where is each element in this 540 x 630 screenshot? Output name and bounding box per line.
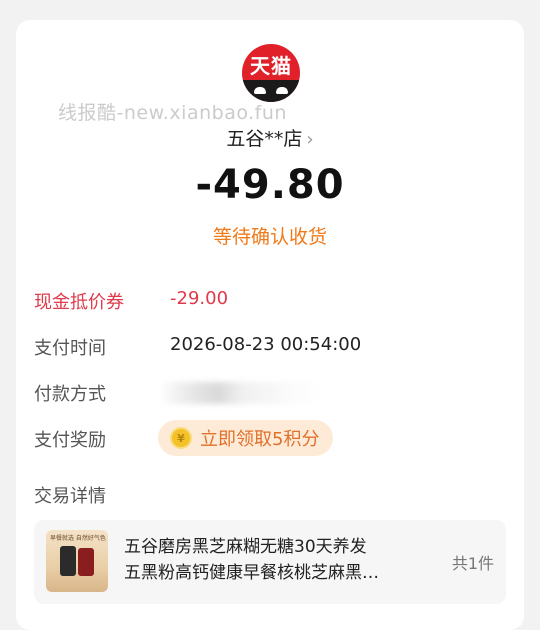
cat-eye-left-icon [254,87,266,94]
tmall-cat-face-icon [242,80,300,102]
store-name: 五谷**店 [226,128,303,150]
product-title: 五谷磨房黑芝麻糊无糖30天养发 五黑粉高钙健康早餐核桃芝麻黑… [124,534,424,586]
pay-method-row: 付款方式 [34,380,504,410]
coupon-label: 现金抵价券 [34,292,124,313]
pay-method-label: 付款方式 [34,384,106,405]
pay-time-label: 支付时间 [34,338,106,359]
product-jar-image [78,548,94,576]
claim-points-label: 立即领取5积分 [200,429,320,450]
product-jar-image [60,546,76,576]
bill-detail-card: 天猫 五谷**店 › -49.80 等待确认收货 现金抵价券 -29.00 支付时… [16,20,524,630]
trade-detail-row: 交易详情 [34,482,504,512]
cat-eye-right-icon [276,87,288,94]
product-title-line2: 五黑粉高钙健康早餐核桃芝麻黑… [124,563,379,583]
product-title-line1: 五谷磨房黑芝麻糊无糖30天养发 [124,537,367,557]
reward-row: 支付奖励 ¥ 立即领取5积分 [34,420,504,456]
chevron-right-icon: › [306,129,314,150]
order-status: 等待确认收货 [212,226,327,248]
store-name-link[interactable]: 五谷**店 › [16,124,524,151]
payment-amount: -49.80 [195,162,345,208]
reward-label: 支付奖励 [34,430,106,451]
tmall-logo-text: 天猫 [250,54,292,78]
product-item[interactable]: 早餐就选 自然好气色 五谷磨房黑芝麻糊无糖30天养发 五黑粉高钙健康早餐核桃芝麻… [34,520,506,604]
pay-time-value: 2026-08-23 00:54:00 [170,334,362,355]
pay-method-blurred-value [162,382,322,404]
trade-detail-label: 交易详情 [34,486,106,507]
product-thumbnail: 早餐就选 自然好气色 [46,530,108,592]
coin-icon: ¥ [170,427,192,449]
pay-time-row: 支付时间 2026-08-23 00:54:00 [34,334,504,364]
coupon-row: 现金抵价券 -29.00 [34,288,504,318]
coupon-value: -29.00 [170,288,229,309]
product-quantity: 共1件 [451,554,494,573]
claim-points-button[interactable]: ¥ 立即领取5积分 [158,420,334,456]
thumbnail-caption: 早餐就选 自然好气色 [50,535,106,542]
tmall-logo: 天猫 [242,44,300,102]
